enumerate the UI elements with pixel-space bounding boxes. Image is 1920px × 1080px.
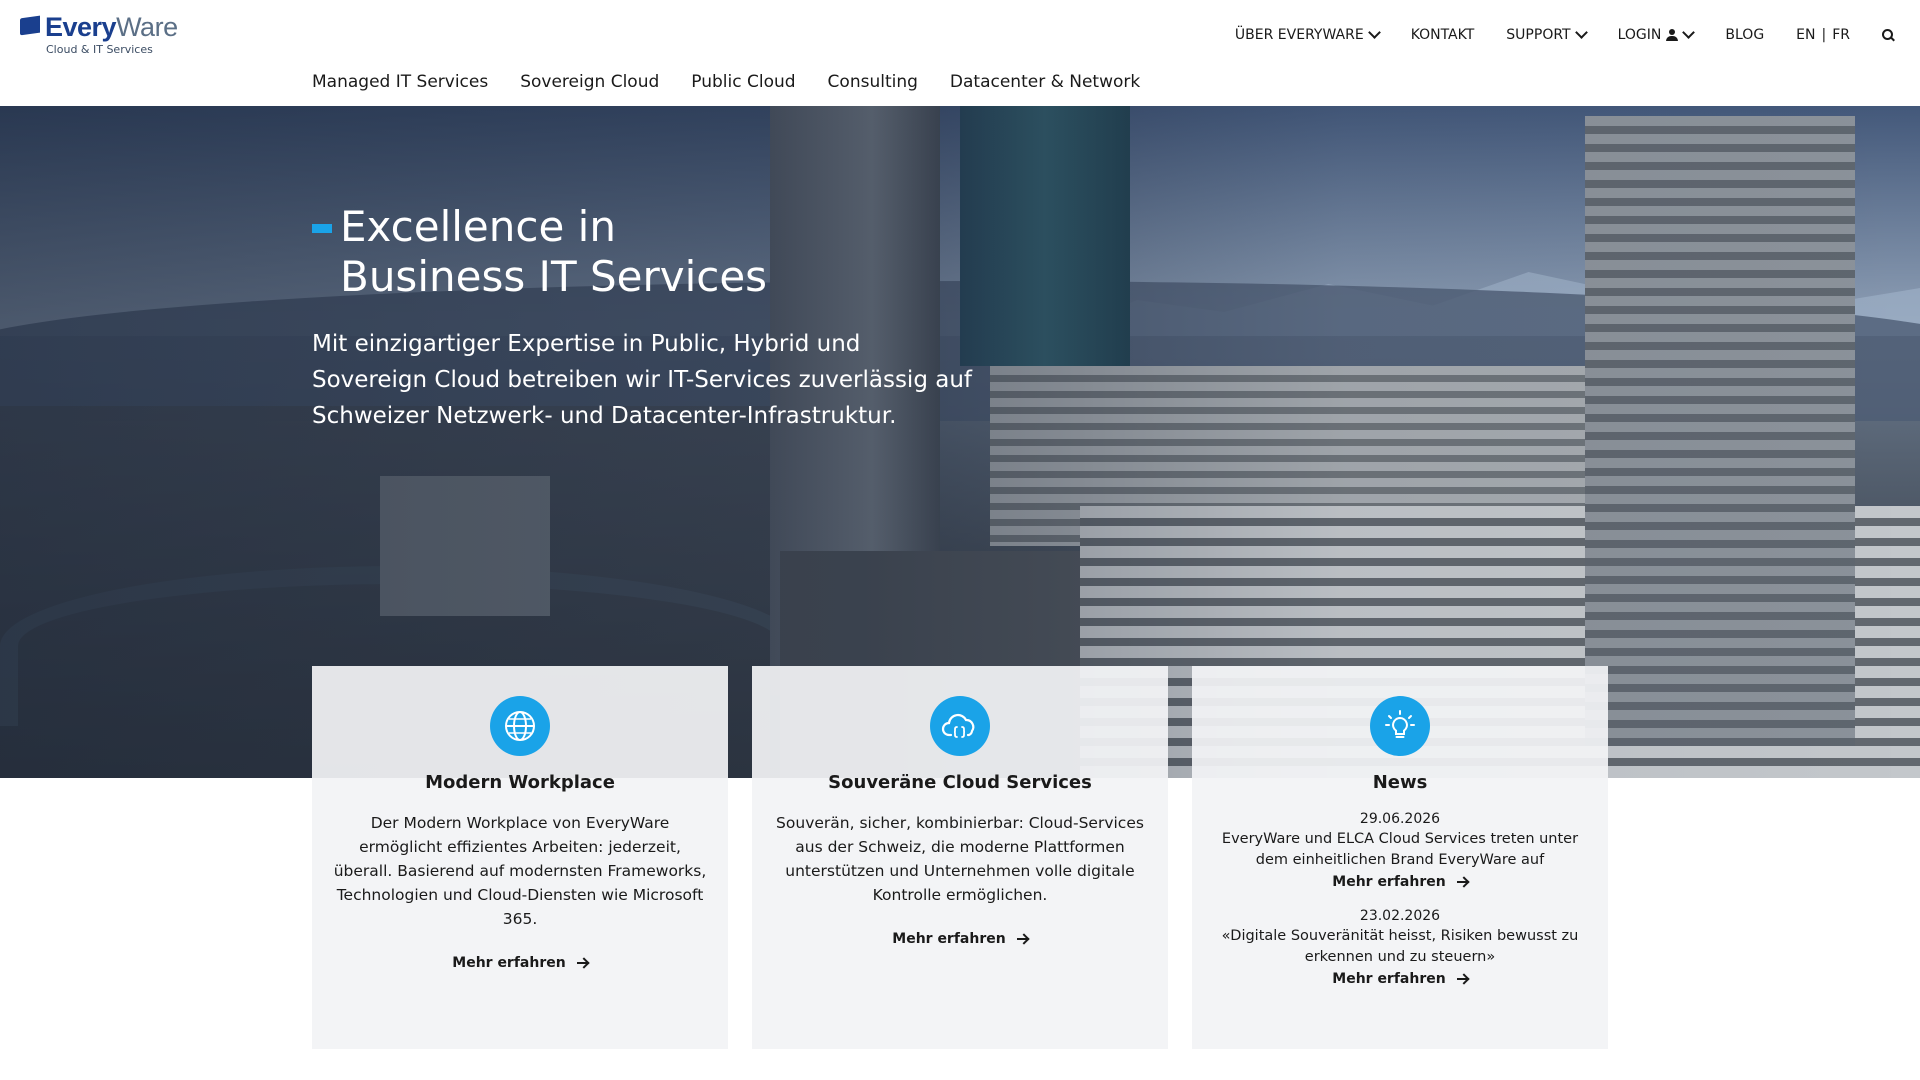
news-link-label: Mehr erfahren (1332, 971, 1446, 987)
card-souveraene-cloud: Souveräne Cloud Services Souverän, siche… (752, 666, 1168, 1049)
arrow-right-icon (576, 958, 588, 968)
topnav-login[interactable]: LOGIN (1617, 26, 1696, 43)
topnav-label: ÜBER EVERYWARE (1234, 27, 1364, 43)
news-date: 23.02.2026 (1359, 908, 1441, 924)
arrow-right-icon (1456, 974, 1468, 984)
lightbulb-icon (1370, 696, 1430, 756)
mainnav-sovereign-cloud[interactable]: Sovereign Cloud (520, 72, 659, 92)
everyware-logo[interactable]: EveryWare Cloud & IT Services (20, 13, 180, 58)
main-navigation: Managed IT Services Sovereign Cloud Publ… (312, 72, 1172, 92)
hero-title-accent (312, 224, 332, 233)
topnav-label: KONTAKT (1410, 27, 1475, 43)
hero-title-line-2: Business IT Services (340, 252, 768, 301)
feature-cards: Modern Workplace Der Modern Workplace vo… (312, 666, 1608, 1049)
topnav-label: LOGIN (1617, 27, 1662, 43)
card-title: Souveräne Cloud Services (828, 772, 1092, 793)
logo-tagline: Cloud & IT Services (46, 43, 153, 56)
mainnav-managed-it-services[interactable]: Managed IT Services (312, 72, 488, 92)
card-link-label: Mehr erfahren (452, 955, 566, 971)
topnav-blog[interactable]: BLOG (1725, 27, 1764, 43)
logo-mark-icon (20, 15, 40, 36)
mainnav-consulting[interactable]: Consulting (828, 72, 918, 92)
person-icon (1666, 29, 1679, 41)
topnav-label: SUPPORT (1506, 27, 1571, 43)
topnav-ueber-everyware[interactable]: ÜBER EVERYWARE (1234, 26, 1381, 43)
chevron-down-icon (1367, 26, 1381, 39)
hero-title-line-1: Excellence in (340, 202, 616, 251)
topnav-kontakt[interactable]: KONTAKT (1411, 27, 1475, 43)
logo-word-bold: Every (45, 12, 117, 42)
hero-title: Excellence in Business IT Services (340, 202, 767, 302)
arrow-right-icon (1456, 877, 1468, 887)
mainnav-public-cloud[interactable]: Public Cloud (691, 72, 795, 92)
top-navigation: ÜBER EVERYWARE KONTAKT SUPPORT LOGIN BLO… (1203, 24, 1894, 46)
topnav-support[interactable]: SUPPORT (1506, 26, 1588, 43)
chevron-down-icon (1574, 26, 1588, 39)
globe-icon (490, 696, 550, 756)
lang-fr-link[interactable]: FR (1832, 27, 1850, 43)
news-more-link[interactable]: Mehr erfahren (1332, 971, 1467, 987)
lang-separator: | (1821, 27, 1827, 43)
card-news: News 29.06.2026 EveryWare und ELCA Cloud… (1192, 666, 1608, 1049)
hero-description: Mit einzigartiger Expertise in Public, H… (312, 331, 972, 429)
logo-word-light: Ware (116, 12, 178, 42)
language-switcher: EN | FR (1796, 27, 1850, 43)
topnav-label: BLOG (1725, 27, 1765, 43)
card-link-label: Mehr erfahren (892, 931, 1006, 947)
site-header: EveryWare Cloud & IT Services ÜBER EVERY… (0, 0, 1920, 106)
news-item: 23.02.2026 «Digitale Souveränität heisst… (1192, 906, 1608, 987)
search-icon[interactable] (1882, 29, 1894, 41)
card-text: Der Modern Workplace von EveryWare ermög… (333, 814, 707, 928)
card-title: Modern Workplace (425, 772, 615, 793)
lang-en-link[interactable]: EN (1796, 27, 1815, 43)
news-more-link[interactable]: Mehr erfahren (1332, 874, 1467, 890)
card-more-link[interactable]: Mehr erfahren (892, 931, 1027, 947)
card-text: Souverän, sicher, kombinierbar: Cloud-Se… (776, 814, 1144, 904)
cloud-code-icon (930, 696, 990, 756)
chevron-down-icon (1682, 26, 1696, 39)
news-date: 29.06.2026 (1359, 811, 1441, 827)
news-item: 29.06.2026 EveryWare und ELCA Cloud Serv… (1192, 809, 1608, 890)
mainnav-datacenter-network[interactable]: Datacenter & Network (950, 72, 1140, 92)
arrow-right-icon (1016, 934, 1028, 944)
news-headline: EveryWare und ELCA Cloud Services treten… (1221, 831, 1579, 868)
card-more-link[interactable]: Mehr erfahren (452, 955, 587, 971)
news-headline: «Digitale Souveränität heisst, Risiken b… (1221, 928, 1579, 965)
news-link-label: Mehr erfahren (1332, 874, 1446, 890)
card-modern-workplace: Modern Workplace Der Modern Workplace vo… (312, 666, 728, 1049)
logo-wordmark: EveryWare (45, 13, 178, 41)
card-title: News (1372, 772, 1428, 793)
